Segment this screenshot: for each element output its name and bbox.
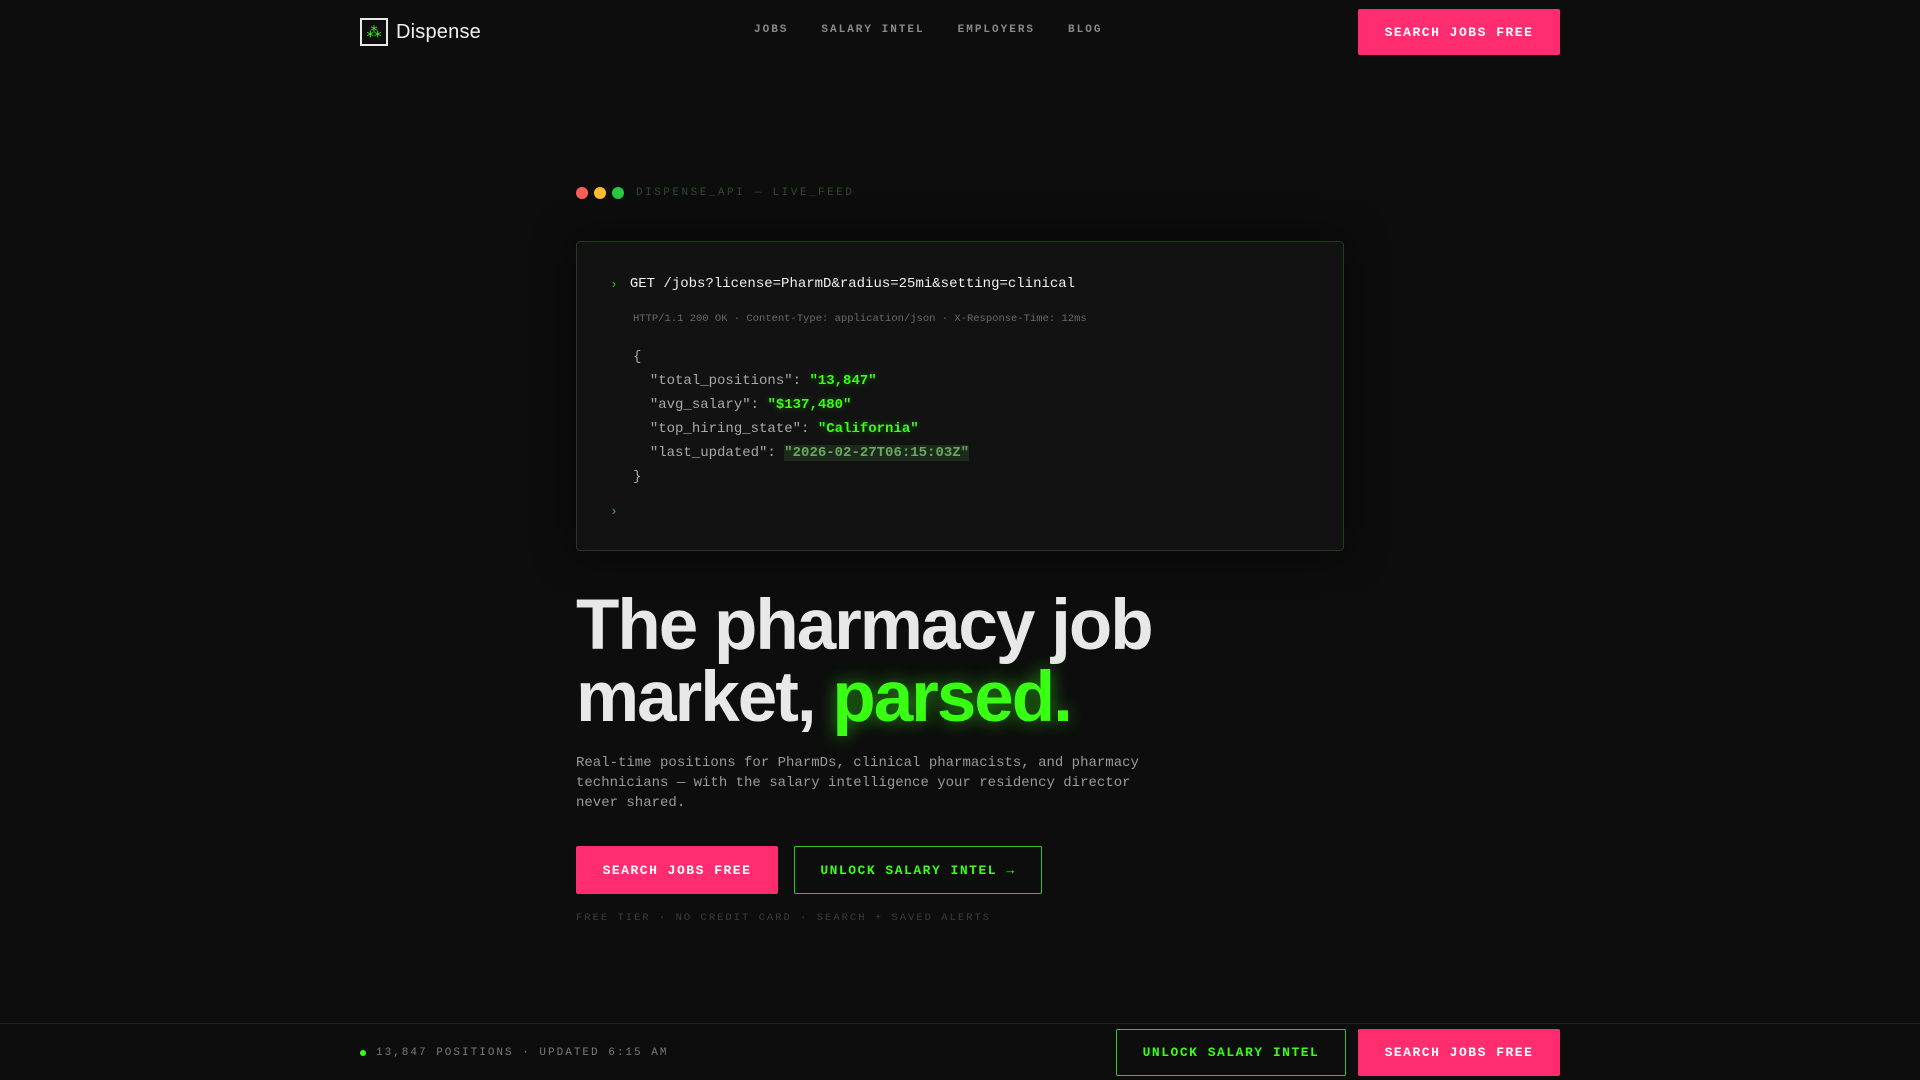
- fine-print: FREE TIER · NO CREDIT CARD · SEARCH + SA…: [576, 912, 992, 924]
- prompt-chevron-icon: ›: [610, 504, 618, 519]
- terminal-header: DISPENSE_API — LIVE_FEED: [576, 187, 854, 199]
- response-meta: HTTP/1.1 200 OK · Content-Type: applicat…: [633, 313, 1087, 325]
- nav-link-blog[interactable]: BLOG: [1068, 24, 1102, 36]
- nav-link-employers[interactable]: EMPLOYERS: [958, 24, 1035, 36]
- json-key: "last_updated":: [649, 445, 785, 461]
- status-dot-icon: [360, 1050, 366, 1056]
- hero-subtitle: Real-time positions for PharmDs, clinica…: [576, 755, 1139, 811]
- hero-title: The pharmacy job market, parsed.: [576, 590, 1296, 734]
- hero-search-jobs-button[interactable]: SEARCH JOBS FREE: [576, 846, 778, 894]
- nav-links: JOBS SALARY INTEL EMPLOYERS BLOG: [754, 24, 1102, 36]
- logo[interactable]: ⁂ Dispense: [360, 18, 481, 46]
- json-value-avg-salary: "$137,480": [767, 397, 852, 413]
- bottom-sticky-bar: 13,847 POSITIONS · UPDATED 6:15 AM UNLOC…: [0, 1023, 1920, 1080]
- hero-title-plain: market,: [576, 658, 833, 737]
- command-line: › GET /jobs?license=PharmD&radius=25mi&s…: [610, 276, 1075, 292]
- json-field: "top_hiring_state": "California": [633, 417, 969, 441]
- json-value-top-hiring-state: "California": [817, 421, 919, 437]
- api-terminal: › GET /jobs?license=PharmD&radius=25mi&s…: [576, 241, 1344, 551]
- nav-search-jobs-button[interactable]: SEARCH JOBS FREE: [1358, 9, 1560, 55]
- api-command: GET /jobs?license=PharmD&radius=25mi&set…: [629, 276, 1076, 292]
- top-nav: ⁂ Dispense JOBS SALARY INTEL EMPLOYERS B…: [0, 0, 1920, 64]
- json-field: "last_updated": "2026-02-27T06:15:03Z": [633, 441, 970, 465]
- json-field: "avg_salary": "$137,480": [633, 393, 969, 417]
- json-open-brace: {: [633, 349, 642, 365]
- json-field: "total_positions": "13,847": [633, 369, 969, 393]
- window-dot-red: [576, 187, 588, 199]
- bottom-search-jobs-button[interactable]: SEARCH JOBS FREE: [1358, 1029, 1560, 1076]
- json-response: { "total_positions": "13,847" "avg_salar…: [633, 345, 970, 489]
- json-key: "total_positions":: [649, 373, 810, 389]
- json-key: "avg_salary":: [649, 397, 768, 413]
- hero-title-accent: parsed.: [832, 658, 1073, 737]
- status-text: 13,847 POSITIONS · UPDATED 6:15 AM: [376, 1047, 669, 1059]
- json-key: "top_hiring_state":: [649, 421, 818, 437]
- window-dot-yellow: [594, 187, 606, 199]
- nav-link-jobs[interactable]: JOBS: [754, 24, 788, 36]
- terminal-label: DISPENSE_API — LIVE_FEED: [636, 187, 855, 199]
- prompt-chevron-icon: ›: [610, 276, 618, 292]
- json-close-brace: }: [633, 469, 642, 485]
- json-value-last-updated: "2026-02-27T06:15:03Z": [784, 445, 970, 461]
- hero-unlock-salary-button[interactable]: UNLOCK SALARY INTEL →: [794, 846, 1042, 894]
- logo-text: Dispense: [396, 20, 481, 43]
- window-dot-green: [612, 187, 624, 199]
- bottom-unlock-salary-button[interactable]: UNLOCK SALARY INTEL: [1116, 1029, 1346, 1076]
- live-status: 13,847 POSITIONS · UPDATED 6:15 AM: [360, 1047, 668, 1059]
- hero-title-line2: market, parsed.: [576, 662, 1296, 734]
- nav-link-salary-intel[interactable]: SALARY INTEL: [821, 24, 924, 36]
- json-value-total-positions: "13,847": [809, 373, 877, 389]
- hero-title-line1: The pharmacy job: [576, 586, 1154, 665]
- logo-icon: ⁂: [360, 18, 388, 46]
